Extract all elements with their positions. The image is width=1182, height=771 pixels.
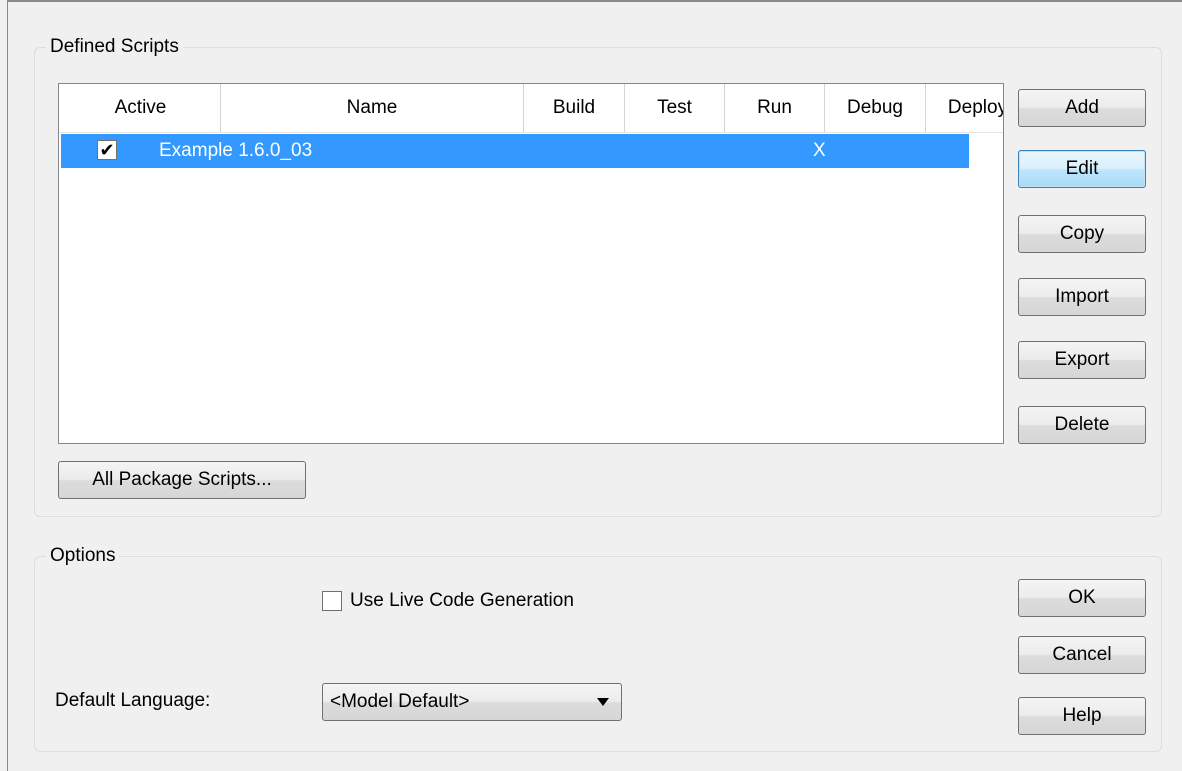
edit-button[interactable]: Edit: [1018, 150, 1146, 188]
default-language-value: <Model Default>: [330, 691, 470, 712]
default-language-select[interactable]: <Model Default>: [322, 683, 622, 721]
column-header-run[interactable]: Run: [725, 84, 825, 132]
options-group: [34, 556, 1162, 752]
column-header-name[interactable]: Name: [221, 84, 524, 132]
use-live-code-generation-checkbox[interactable]: [322, 591, 342, 611]
delete-button[interactable]: Delete: [1018, 406, 1146, 444]
dialog-top-border: [8, 0, 1182, 2]
options-title: Options: [46, 545, 120, 567]
column-header-deploy[interactable]: Deploy: [926, 84, 1003, 132]
cancel-button[interactable]: Cancel: [1018, 636, 1146, 674]
row-name: Example 1.6.0_03: [159, 140, 313, 161]
table-row[interactable]: ✔ Example 1.6.0_03 X: [61, 134, 969, 168]
all-package-scripts-button[interactable]: All Package Scripts...: [58, 461, 306, 499]
defined-scripts-title: Defined Scripts: [46, 36, 183, 58]
scripts-list-header: Active Name Build Test Run Debug Deploy: [59, 84, 1003, 133]
default-language-label: Default Language:: [55, 690, 211, 711]
row-debug: X: [813, 140, 826, 161]
scripts-list[interactable]: Active Name Build Test Run Debug Deploy …: [58, 83, 1004, 444]
checkmark-icon: ✔: [99, 140, 115, 160]
export-button[interactable]: Export: [1018, 341, 1146, 379]
add-button[interactable]: Add: [1018, 89, 1146, 127]
import-button[interactable]: Import: [1018, 278, 1146, 316]
column-header-build[interactable]: Build: [524, 84, 625, 132]
dialog-left-border: [0, 0, 8, 771]
ok-button[interactable]: OK: [1018, 579, 1146, 617]
column-header-debug[interactable]: Debug: [825, 84, 926, 132]
row-active-checkbox[interactable]: ✔: [97, 140, 117, 160]
help-button[interactable]: Help: [1018, 697, 1146, 735]
use-live-code-generation-label[interactable]: Use Live Code Generation: [350, 590, 574, 612]
chevron-down-icon: [597, 698, 609, 706]
column-header-test[interactable]: Test: [625, 84, 725, 132]
copy-button[interactable]: Copy: [1018, 215, 1146, 253]
column-header-active[interactable]: Active: [61, 84, 221, 132]
